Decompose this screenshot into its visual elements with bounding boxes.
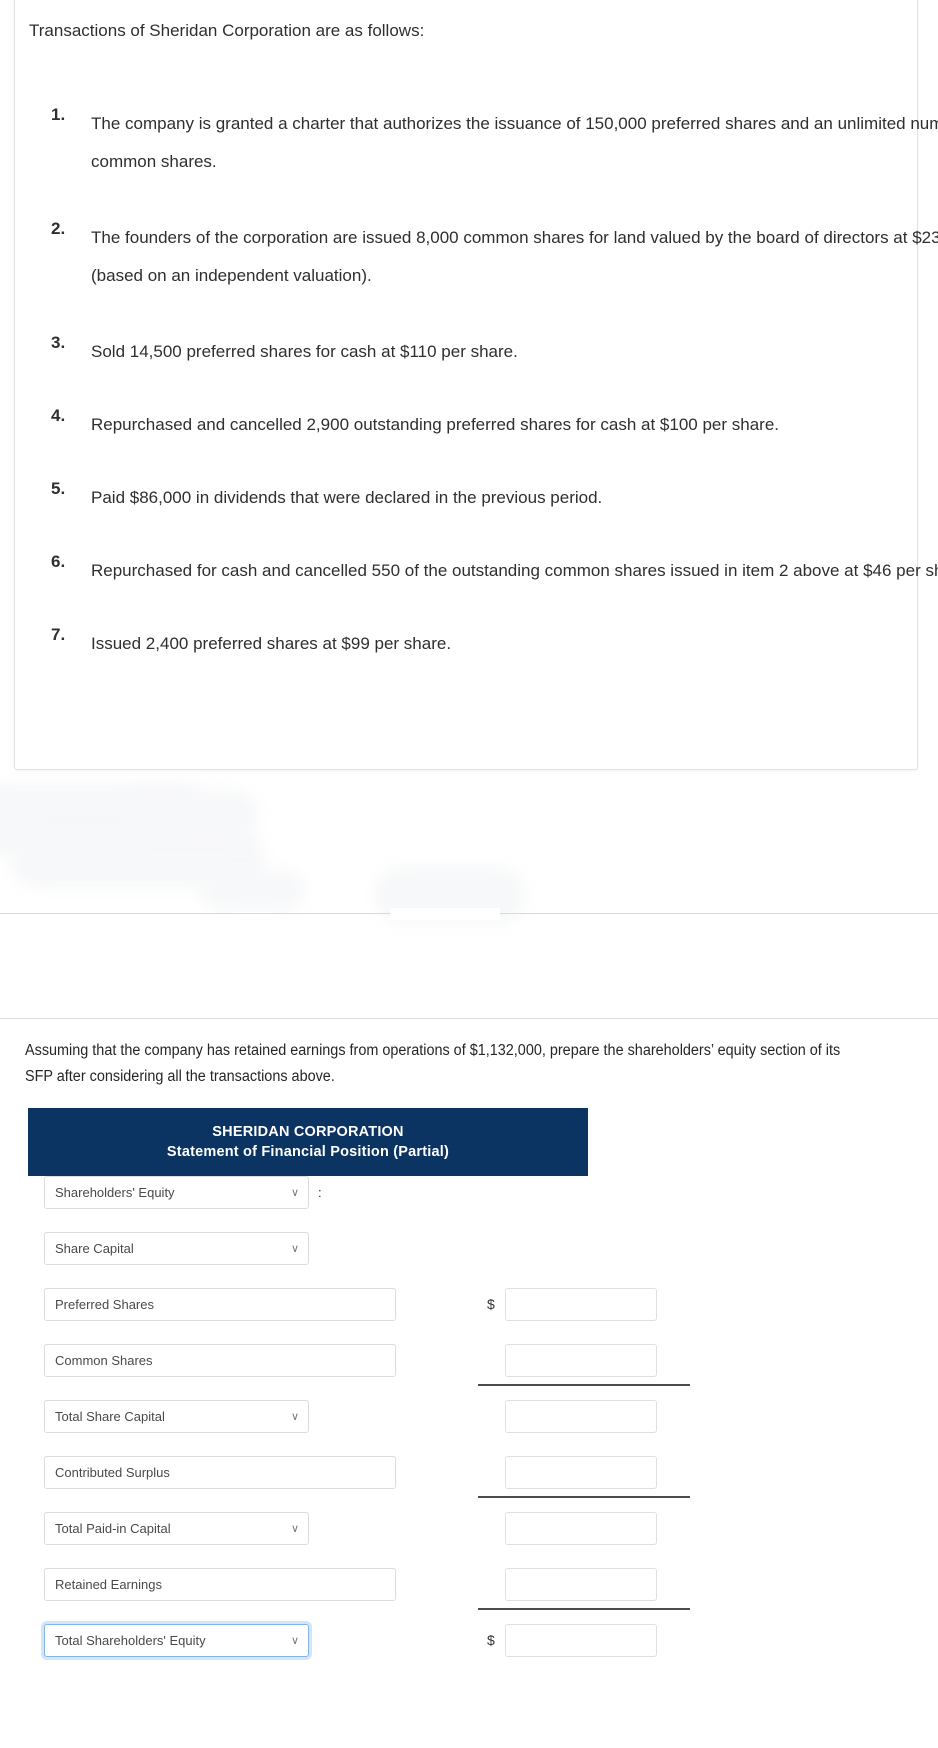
- transaction-number-text: 6.: [51, 552, 66, 571]
- amount-input-contributed-surplus[interactable]: [505, 1456, 657, 1489]
- transaction-number-text: 7.: [51, 625, 66, 644]
- question-intro-text: Transactions of Sheridan Corporation are…: [29, 21, 425, 40]
- transaction-number: 1.: [51, 105, 81, 125]
- transaction-text-line-content: The founders of the corporation are issu…: [91, 228, 938, 247]
- transaction-text: Paid $86,000 in dividends that were decl…: [91, 479, 602, 517]
- transaction-text-line: Repurchased and cancelled 2,900 outstand…: [91, 406, 779, 444]
- account-select-total-paid-in-capital[interactable]: Total Paid-in Capital ∨: [44, 1512, 309, 1545]
- transaction-text-line-content: Paid $86,000 in dividends that were decl…: [91, 488, 603, 507]
- amount-input-preferred-shares[interactable]: [505, 1288, 657, 1321]
- transaction-text-line: The founders of the corporation are issu…: [91, 219, 938, 257]
- account-text-input-value: Common Shares: [55, 1353, 153, 1368]
- account-select-label: Shareholders' Equity: [55, 1185, 175, 1200]
- account-select-label: Total Shareholders' Equity: [55, 1633, 206, 1648]
- chevron-down-icon: ∨: [290, 1635, 299, 1647]
- assignment-prompt: Assuming that the company has retained e…: [25, 1038, 910, 1090]
- transaction-number: 5.: [51, 479, 81, 499]
- transaction-text-line-content: common shares.: [91, 152, 217, 171]
- statement-of-financial-position: SHERIDAN CORPORATION Statement of Financ…: [28, 1108, 908, 1680]
- transaction-number-text: 2.: [51, 219, 66, 238]
- transaction-text: Sold 14,500 preferred shares for cash at…: [91, 333, 518, 371]
- amount-input-total-paid-in-capital[interactable]: [505, 1512, 657, 1545]
- statement-company-name: SHERIDAN CORPORATION: [212, 1124, 404, 1140]
- account-select-total-share-capital[interactable]: Total Share Capital ∨: [44, 1400, 309, 1433]
- chevron-down-icon: ∨: [290, 1187, 299, 1199]
- transaction-text-line-content: Repurchased for cash and cancelled 550 o…: [91, 561, 938, 580]
- account-text-input-common-shares[interactable]: Common Shares: [44, 1344, 396, 1377]
- transaction-number: 7.: [51, 625, 81, 645]
- transaction-number: 6.: [51, 552, 81, 572]
- account-text-input-contributed-surplus[interactable]: Contributed Surplus: [44, 1456, 396, 1489]
- transaction-text-line-content: The company is granted a charter that au…: [91, 114, 938, 133]
- transaction-text: The company is granted a charter that au…: [91, 105, 938, 181]
- transaction-number: 4.: [51, 406, 81, 426]
- subtotal-rule: [478, 1384, 690, 1386]
- statement-title: Statement of Financial Position (Partial…: [166, 1144, 450, 1160]
- account-text-input-value: Retained Earnings: [55, 1577, 162, 1592]
- transaction-text-line: Sold 14,500 preferred shares for cash at…: [91, 333, 518, 371]
- transaction-text-line: Repurchased for cash and cancelled 550 o…: [91, 552, 938, 590]
- subtotal-rule: [478, 1608, 690, 1610]
- transaction-text-line-content: (based on an independent valuation).: [91, 266, 372, 285]
- transaction-text: Repurchased for cash and cancelled 550 o…: [91, 552, 938, 590]
- transaction-number: 2.: [51, 219, 81, 239]
- transaction-text: The founders of the corporation are issu…: [91, 219, 938, 295]
- statement-row-total-paid-in-capital: Total Paid-in Capital ∨: [28, 1512, 908, 1568]
- statement-header: SHERIDAN CORPORATION Statement of Financ…: [28, 1108, 588, 1176]
- transaction-text-line: common shares.: [91, 143, 938, 181]
- amount-input-retained-earnings[interactable]: [505, 1568, 657, 1601]
- statement-row-retained-earnings: Retained Earnings: [28, 1568, 908, 1624]
- currency-symbol: $: [487, 1296, 495, 1312]
- chevron-down-icon: ∨: [290, 1411, 299, 1423]
- statement-row-preferred-shares: Preferred Shares $: [28, 1288, 908, 1344]
- transaction-text-line-content: Sold 14,500 preferred shares for cash at…: [91, 342, 518, 361]
- account-text-input-retained-earnings[interactable]: Retained Earnings: [44, 1568, 396, 1601]
- assignment-prompt-line-2: SFP after considering all the transactio…: [25, 1068, 335, 1085]
- statement-row-shareholders-equity: Shareholders' Equity ∨:: [28, 1176, 908, 1232]
- account-select-label: Total Paid-in Capital: [55, 1521, 171, 1536]
- colon-separator: :: [318, 1185, 322, 1200]
- amount-input-total-share-capital[interactable]: [505, 1400, 657, 1433]
- currency-symbol: $: [487, 1632, 495, 1648]
- divider-gap: [390, 908, 500, 920]
- chevron-down-icon: ∨: [290, 1243, 299, 1255]
- account-select-shareholders-equity[interactable]: Shareholders' Equity ∨: [44, 1176, 309, 1209]
- amount-input-common-shares[interactable]: [505, 1344, 657, 1377]
- question-intro: Transactions of Sheridan Corporation are…: [29, 21, 424, 41]
- redacted-smudge: [200, 870, 305, 910]
- amount-input-total-shareholders-equity[interactable]: [505, 1624, 657, 1657]
- transaction-number: 3.: [51, 333, 81, 353]
- statement-rows: Shareholders' Equity ∨: Share Capital ∨ Pref…: [28, 1176, 908, 1680]
- account-select-label: Share Capital: [55, 1241, 134, 1256]
- transaction-number-text: 1.: [51, 105, 66, 124]
- redacted-smudge: [118, 790, 258, 840]
- account-select-share-capital[interactable]: Share Capital ∨: [44, 1232, 309, 1265]
- statement-row-share-capital: Share Capital ∨: [28, 1232, 908, 1288]
- statement-row-common-shares: Common Shares: [28, 1344, 908, 1400]
- transaction-text-line: The company is granted a charter that au…: [91, 105, 938, 143]
- transaction-text-line: (based on an independent valuation).: [91, 257, 938, 295]
- account-text-input-value: Preferred Shares: [55, 1297, 154, 1312]
- statement-row-contributed-surplus: Contributed Surplus: [28, 1456, 908, 1512]
- account-text-input-value: Contributed Surplus: [55, 1465, 170, 1480]
- transaction-text-line: Issued 2,400 preferred shares at $99 per…: [91, 625, 451, 663]
- statement-row-total-share-capital: Total Share Capital ∨: [28, 1400, 908, 1456]
- account-text-input-preferred-shares[interactable]: Preferred Shares: [44, 1288, 396, 1321]
- transaction-text-line: Paid $86,000 in dividends that were decl…: [91, 479, 602, 517]
- transaction-number-text: 3.: [51, 333, 66, 352]
- subtotal-rule: [478, 1496, 690, 1498]
- transaction-text-line-content: Repurchased and cancelled 2,900 outstand…: [91, 415, 780, 434]
- transaction-text: Repurchased and cancelled 2,900 outstand…: [91, 406, 779, 444]
- transaction-number-text: 5.: [51, 479, 66, 498]
- chevron-down-icon: ∨: [290, 1523, 299, 1535]
- account-select-total-shareholders-equity[interactable]: Total Shareholders' Equity ∨: [44, 1624, 309, 1657]
- section-divider-secondary: [0, 1018, 938, 1019]
- statement-row-total-shareholders-equity: Total Shareholders' Equity ∨ $: [28, 1624, 908, 1680]
- question-card: Transactions of Sheridan Corporation are…: [14, 0, 938, 770]
- assignment-prompt-line-1: Assuming that the company has retained e…: [25, 1042, 841, 1059]
- transaction-number-text: 4.: [51, 406, 66, 425]
- transaction-text: Issued 2,400 preferred shares at $99 per…: [91, 625, 451, 663]
- transaction-text-line-content: Issued 2,400 preferred shares at $99 per…: [91, 634, 452, 653]
- account-select-label: Total Share Capital: [55, 1409, 165, 1424]
